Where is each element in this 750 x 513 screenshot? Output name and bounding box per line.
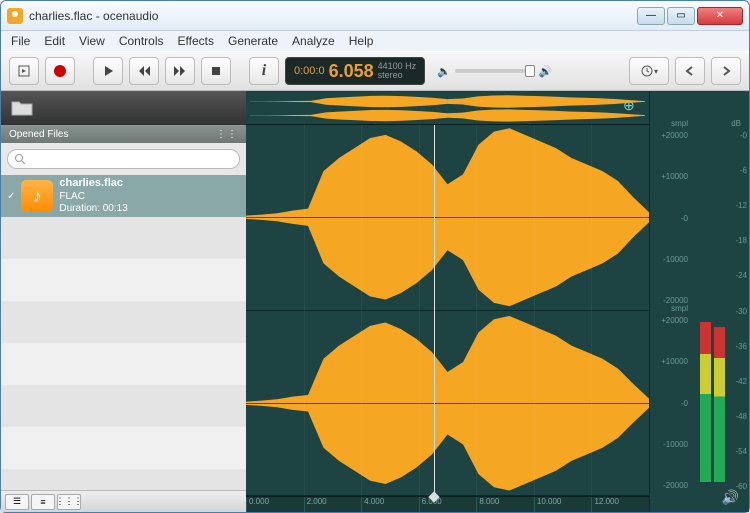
folder-icon — [11, 99, 33, 117]
amplitude-scale: smpl +20000 +10000 -0 -10000 -20000 smpl +20000… — [650, 91, 690, 512]
rewind-button[interactable] — [129, 57, 159, 85]
playhead[interactable] — [434, 125, 435, 496]
window-title: charlies.flac - ocenaudio — [29, 9, 637, 23]
timeline-tick: 0.000 — [246, 497, 304, 512]
zoom-in-icon[interactable]: ⊕ — [623, 97, 643, 117]
timeline-tick: 12.000 — [591, 497, 649, 512]
redo-button[interactable] — [711, 57, 741, 85]
folder-bar[interactable] — [1, 91, 246, 125]
db-tick: -42 — [735, 377, 747, 386]
menubar: File Edit View Controls Effects Generate… — [1, 31, 749, 51]
menu-view[interactable]: View — [79, 34, 105, 48]
file-item[interactable]: ✓ ♪ charlies.flac FLAC Duration: 00:13 — [1, 175, 246, 217]
amp-tick: -10000 — [663, 440, 688, 449]
amp-tick: -10000 — [663, 255, 688, 264]
history-button[interactable]: ▾ — [629, 57, 669, 85]
timeline-ruler[interactable]: 0.0002.0004.0006.0008.00010.00012.000 — [246, 496, 649, 512]
db-tick: -48 — [735, 412, 747, 421]
close-button[interactable]: ✕ — [697, 7, 743, 25]
toolbar: i 0:00:06.058 44100 Hzstereo 🔈 🔊 ▾ — [1, 51, 749, 91]
waveform-channel-right[interactable] — [246, 311, 649, 497]
file-format: FLAC — [59, 191, 127, 203]
timeline-tick: 6.000 — [419, 497, 477, 512]
opened-files-header: Opened Files ⋮⋮ — [1, 125, 246, 143]
undo-button[interactable] — [675, 57, 705, 85]
info-button[interactable]: i — [249, 57, 279, 85]
file-name: charlies.flac — [59, 177, 127, 190]
timeline-tick: 4.000 — [361, 497, 419, 512]
overview-waveform[interactable] — [246, 91, 649, 125]
view-detailed-button[interactable]: ☰ — [5, 494, 29, 510]
channels-label: stereo — [378, 71, 417, 80]
db-tick: -6 — [740, 166, 747, 175]
level-meter-right — [714, 327, 725, 482]
volume-slider[interactable] — [455, 69, 535, 73]
time-display[interactable]: 0:00:06.058 44100 Hzstereo — [285, 57, 425, 85]
amp-tick: +20000 — [661, 131, 688, 140]
opened-files-label: Opened Files — [9, 129, 68, 140]
menu-generate[interactable]: Generate — [228, 34, 278, 48]
amp-tick: -20000 — [663, 481, 688, 490]
maximize-button[interactable]: ▭ — [667, 7, 695, 25]
db-tick: -18 — [735, 236, 747, 245]
titlebar[interactable]: charlies.flac - ocenaudio — ▭ ✕ — [1, 1, 749, 31]
amp-unit-label: smpl — [671, 304, 688, 313]
play-button[interactable] — [93, 57, 123, 85]
time-seconds: 6.058 — [329, 61, 374, 82]
volume-up-icon[interactable]: 🔊 — [539, 65, 553, 78]
view-mode-buttons: ☰ ≡ ⋮⋮⋮ — [1, 490, 246, 512]
search-input[interactable] — [7, 149, 240, 169]
toggle-toolbar-button[interactable] — [9, 57, 39, 85]
view-list-button[interactable]: ≡ — [31, 494, 55, 510]
menu-effects[interactable]: Effects — [178, 34, 214, 48]
check-icon: ✓ — [7, 191, 15, 202]
meter-panel: smpl +20000 +10000 -0 -10000 -20000 smpl +20000… — [649, 91, 749, 512]
menu-controls[interactable]: Controls — [119, 34, 164, 48]
record-button[interactable] — [45, 57, 75, 85]
forward-button[interactable] — [165, 57, 195, 85]
amp-unit-label: smpl — [671, 119, 688, 128]
amp-tick: -0 — [681, 399, 688, 408]
timeline-tick: 2.000 — [304, 497, 362, 512]
timeline-tick: 8.000 — [476, 497, 534, 512]
menu-help[interactable]: Help — [349, 34, 374, 48]
music-file-icon: ♪ — [21, 180, 53, 212]
speaker-icon[interactable]: 🔊 — [722, 489, 739, 506]
db-tick: -54 — [735, 447, 747, 456]
amp-tick: +10000 — [661, 357, 688, 366]
menu-file[interactable]: File — [11, 34, 30, 48]
file-list[interactable]: ✓ ♪ charlies.flac FLAC Duration: 00:13 — [1, 175, 246, 490]
menu-analyze[interactable]: Analyze — [292, 34, 335, 48]
sidebar: Opened Files ⋮⋮ ✓ ♪ charlies.flac FLAC D… — [1, 91, 246, 512]
waveform-channel-left[interactable] — [246, 125, 649, 311]
timeline-tick: 10.000 — [534, 497, 592, 512]
time-prefix: 0:00:0 — [294, 65, 325, 77]
file-duration: Duration: 00:13 — [59, 203, 127, 215]
db-unit-label: dB — [731, 119, 741, 128]
db-tick: -30 — [735, 307, 747, 316]
db-scale: -0-6-12-18-24-30-36-42-48-54-60 — [731, 131, 747, 482]
view-grid-button[interactable]: ⋮⋮⋮ — [57, 494, 81, 510]
amp-tick: +10000 — [661, 172, 688, 181]
db-tick: -0 — [740, 131, 747, 140]
level-meter-left — [700, 322, 711, 482]
minimize-button[interactable]: — — [637, 7, 665, 25]
grip-icon[interactable]: ⋮⋮ — [216, 129, 238, 140]
app-icon — [7, 8, 23, 24]
menu-edit[interactable]: Edit — [44, 34, 65, 48]
db-tick: -12 — [735, 201, 747, 210]
amp-tick: +20000 — [661, 316, 688, 325]
db-tick: -24 — [735, 271, 747, 280]
stop-button[interactable] — [201, 57, 231, 85]
volume-down-icon[interactable]: 🔈 — [437, 65, 451, 78]
waveform-area: ⊕ 0.0002.0004.0006.0008.00010.00012.000 … — [246, 91, 749, 512]
main-waveform[interactable] — [246, 125, 649, 496]
amp-tick: -0 — [681, 214, 688, 223]
db-tick: -36 — [735, 342, 747, 351]
